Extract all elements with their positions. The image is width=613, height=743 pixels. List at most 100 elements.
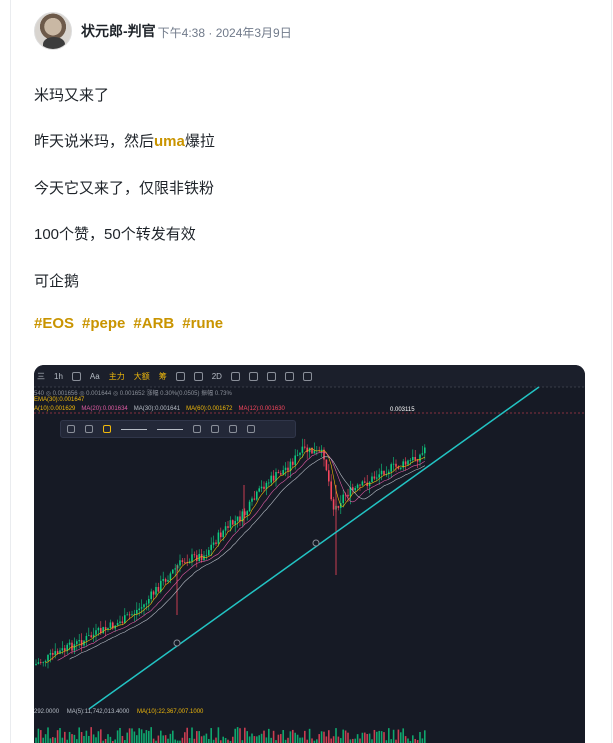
line-style-selector[interactable] (121, 428, 147, 430)
hashtag[interactable]: #pepe (82, 315, 125, 332)
trend-anchor (173, 639, 181, 647)
pen-icon[interactable] (85, 425, 93, 433)
volume-bar (354, 738, 356, 743)
candle-body (256, 491, 258, 500)
eye-icon[interactable] (229, 425, 237, 433)
volume-bar (280, 734, 282, 743)
volume-bar (76, 739, 78, 743)
candle-body (131, 614, 133, 616)
volume-bar (54, 737, 56, 743)
candle-body (85, 635, 88, 641)
volume-bar (325, 736, 328, 743)
highlight-uma[interactable]: uma (154, 133, 185, 150)
gear-icon[interactable] (193, 425, 201, 433)
volume-bar (169, 733, 172, 743)
volume-bar (388, 728, 390, 743)
volume-bar (210, 728, 212, 743)
volume-bar (59, 728, 61, 743)
volume-bar (109, 736, 112, 743)
volume-info: 292.0000 MA(5):11,742,013.4000 MA(10):22… (34, 709, 203, 715)
volume-bar (73, 734, 76, 743)
volume-bar (121, 735, 124, 743)
candle-body (152, 591, 155, 595)
candle-body (37, 662, 40, 664)
candle-body (64, 648, 66, 651)
hashtag[interactable]: #rune (182, 315, 223, 332)
candle-body (378, 474, 380, 478)
candle-body (332, 499, 335, 510)
post-line: 昨天说米玛，然后uma爆拉 (34, 130, 215, 151)
volume-bar (47, 727, 49, 743)
candle-body (205, 555, 208, 557)
volume-bar (301, 737, 304, 743)
volume-bar (234, 728, 236, 743)
volume-bar (299, 737, 301, 743)
volume-bar (114, 739, 116, 743)
trash-icon[interactable] (247, 425, 255, 433)
author-name[interactable]: 状元郎-判官 (81, 21, 156, 41)
candle-body (414, 456, 416, 460)
volume-bar (356, 734, 359, 743)
candle-body (371, 476, 373, 483)
line-width-selector[interactable] (157, 428, 183, 430)
candle-body (246, 511, 248, 516)
volume-bar (181, 737, 184, 743)
hashtag[interactable]: #ARB (133, 315, 174, 332)
volume-bar (164, 735, 167, 743)
volume-bar (308, 728, 311, 743)
volume-bar (392, 729, 395, 743)
volume-bar (366, 733, 368, 743)
volume-bar (260, 733, 263, 743)
candle-body (97, 628, 100, 631)
volume-bar (35, 737, 37, 743)
candle-body (277, 472, 280, 474)
volume-bar (232, 736, 234, 743)
candle-body (337, 505, 340, 508)
volume-bar (304, 730, 306, 743)
candle-body (181, 560, 184, 562)
candle-body (299, 452, 301, 455)
post-header: 状元郎-判官 下午4:38 · 2024年3月9日 (34, 12, 292, 50)
volume-bar (119, 727, 121, 743)
volume-bar (328, 730, 330, 743)
candle-body (140, 607, 143, 609)
volume-bar (68, 731, 71, 743)
candle-body (150, 591, 152, 600)
avatar[interactable] (34, 12, 72, 50)
candle-body (409, 460, 412, 461)
volume-bar (272, 730, 275, 743)
candle-body (210, 544, 212, 551)
volume-bar (337, 736, 340, 743)
volume-ma10: MA(10):22,367,007.1000 (136, 709, 204, 715)
chart-image[interactable]: 三 1h Aa 主力 大额 筹 2D 540 ◎ 0.001656 ◎ 0.00… (34, 365, 585, 743)
volume-bar (404, 736, 407, 743)
candle-body (258, 488, 260, 492)
volume-bar (172, 730, 174, 743)
volume-bar (277, 734, 280, 743)
edit-icon[interactable] (103, 425, 111, 433)
volume-bar (71, 734, 73, 743)
candle-body (325, 459, 328, 471)
volume-bar (246, 731, 248, 743)
lock-icon[interactable] (211, 425, 219, 433)
candle-body (208, 550, 210, 556)
candle-body (275, 472, 277, 481)
candle-body (282, 470, 284, 475)
volume-bar (198, 731, 200, 743)
candle-body (251, 498, 253, 502)
post-line: 可企鹅 (34, 273, 80, 290)
volume-bar (40, 730, 42, 743)
volume-bar (174, 739, 176, 743)
candle-body (174, 568, 176, 570)
candle-body (47, 654, 49, 661)
drag-handle-icon[interactable] (67, 425, 75, 433)
volume-bar (251, 733, 253, 743)
candle-body (232, 520, 234, 525)
volume-bar (186, 727, 188, 743)
candle-body (260, 486, 263, 489)
hashtag[interactable]: #EOS (34, 315, 74, 332)
volume-bar (294, 732, 296, 743)
volume-bar (85, 730, 88, 743)
volume-bar (383, 732, 385, 743)
volume-bar (44, 734, 47, 743)
